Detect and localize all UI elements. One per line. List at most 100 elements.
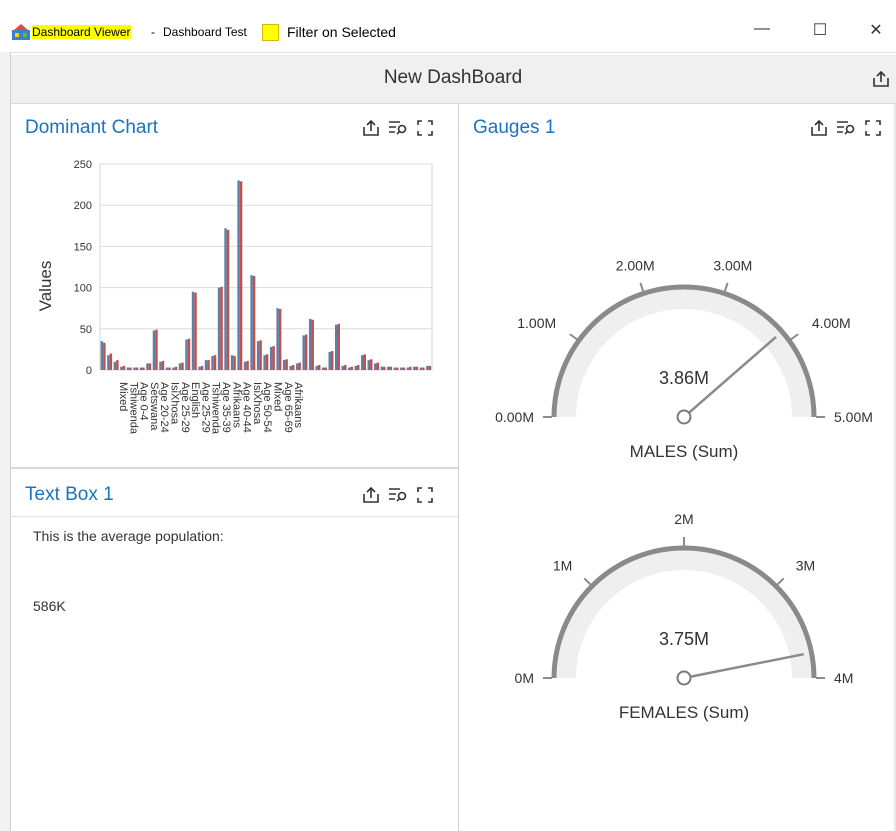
bar [315,365,318,370]
export-icon[interactable] [362,119,380,137]
minimize-button[interactable]: — [742,20,782,38]
bar [402,367,406,370]
plot-frame [99,163,433,371]
bar [237,180,240,370]
gauges-panel-title: Gauges 1 [473,117,556,138]
filter-icon[interactable] [388,119,408,137]
bar [107,355,110,370]
export-icon[interactable] [362,486,380,504]
bar [370,359,373,370]
bar [103,342,106,370]
bar [181,362,184,370]
x-tick-label: IsiXhosa [169,382,181,425]
bar [291,365,295,370]
bar [120,366,123,370]
filter-icon[interactable] [836,119,856,137]
y-tick-label: 0 [86,365,92,377]
gauge-label: FEMALES (Sum) [619,703,749,722]
x-tick-label: Age 50-54 [261,382,273,433]
window-title-separator: - [151,25,155,39]
bar [335,324,338,370]
bar [374,363,377,370]
gauge-tick-label: 2M [674,511,693,527]
bar [165,367,169,370]
maximize-icon[interactable] [416,486,434,504]
x-tick-label: Tshiwenda [210,382,222,435]
bar [191,291,195,370]
bar [252,276,256,370]
bar [135,367,139,370]
filter-on-selected-checkbox[interactable] [262,24,279,41]
gauge-tick-label: 1.00M [517,315,556,331]
gauge-value: 3.86M [659,368,709,388]
window-title-document: Dashboard Test [163,25,247,39]
gauge-males[interactable]: 0.00M 1.00M 2.00M 3.00M 4.00M 5.00M 3.86M MALES… [495,258,873,461]
bar [198,366,201,370]
bar [256,341,260,370]
bar [428,365,432,370]
bar [330,351,334,370]
x-tick-label: Tshiwenda [127,382,139,435]
maximize-icon[interactable] [416,119,434,137]
bar [263,355,266,370]
bar [109,353,113,370]
x-tick-label: Age 35-39 [220,382,232,433]
panel-divider-horizontal [10,467,458,469]
bar [363,354,366,370]
gauge-band [554,287,814,417]
gauge-tick-label: 1M [553,557,572,573]
bar [354,365,358,370]
bar [172,367,175,370]
bar [178,363,182,370]
bar [278,309,282,370]
filter-icon[interactable] [388,486,408,504]
x-tick-label: Age 40-44 [241,382,253,433]
maximize-button[interactable]: ☐ [800,20,840,40]
textbox-header-divider [10,516,458,517]
bar [422,367,425,370]
gauge-tick-label: 0.00M [495,409,534,425]
bar [152,330,156,370]
bar [220,286,223,370]
x-tick-label: Afrikaans [292,382,304,428]
dominant-chart[interactable]: Values 050100150200250 MixedTshiwendaAge… [20,150,440,460]
textbox-value: 586K [33,598,66,614]
gauge-band [554,548,814,678]
gauges-panel-toolbar [810,119,882,137]
bar [142,367,145,370]
bar [289,365,292,370]
bar [415,366,419,370]
bar [233,355,236,370]
gauge-females[interactable]: 0M 1M 2M 3M 4M 3.75M FEMALES (Sum) [515,511,854,722]
x-tick-label: English [189,382,201,418]
bar [324,367,327,370]
bar [185,339,188,370]
gauge-tick [639,282,645,292]
bar [383,366,386,370]
bar [413,366,416,370]
gauge-hub [676,409,692,425]
export-icon[interactable] [810,119,828,137]
export-icon[interactable] [872,70,890,88]
x-tick-label: IsiXhosa [251,382,263,425]
bar [139,367,143,370]
bar [361,355,364,370]
gauges-area[interactable]: 0.00M 1.00M 2.00M 3.00M 4.00M 5.00M 3.86M MALES… [459,150,894,750]
bar [224,228,227,370]
maximize-icon[interactable] [864,119,882,137]
close-button[interactable]: ✕ [856,20,896,40]
bar [328,351,331,370]
bar [159,361,162,370]
gauge-needle [690,652,804,678]
gauge-hub [676,670,692,686]
y-tick-label: 100 [74,283,92,295]
bar [376,362,380,370]
window-title-app: Dashboard Viewer [32,25,131,39]
gauge-tick [776,577,785,586]
bar [298,362,301,370]
textbox-panel-title: Text Box 1 [25,484,114,505]
bar [133,367,136,370]
bar [129,367,132,370]
filter-on-selected-label[interactable]: Filter on Selected [287,24,396,40]
bar [246,360,249,370]
